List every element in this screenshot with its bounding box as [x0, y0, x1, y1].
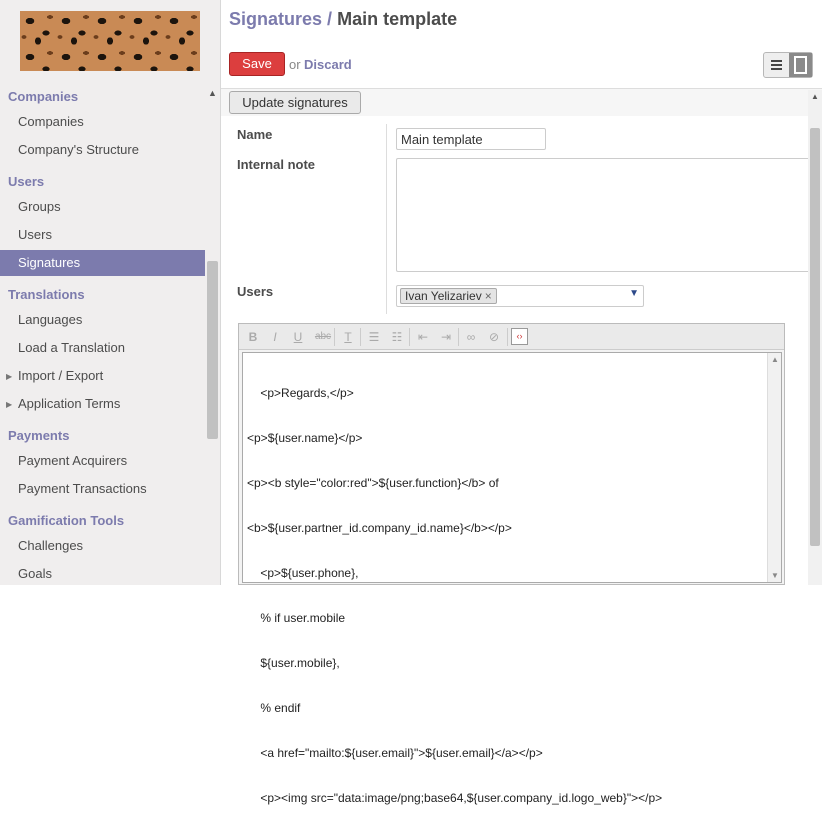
nav-section-users: Users	[8, 174, 45, 189]
internal-note-field[interactable]	[396, 158, 811, 272]
scroll-up-icon[interactable]: ▲	[771, 355, 779, 364]
sidebar-item-company-structure[interactable]: Company's Structure	[0, 137, 205, 163]
code-line: <p><img src="data:image/png;base64,${use…	[247, 791, 663, 805]
bold-icon[interactable]: B	[244, 328, 262, 346]
code-line: % endif	[247, 701, 301, 715]
sidebar-scrollbar[interactable]: ▲	[205, 86, 219, 585]
sidebar-item-payment-acquirers[interactable]: Payment Acquirers	[0, 448, 205, 474]
user-tag-label: Ivan Yelizariev	[405, 289, 482, 303]
toolbar-separator	[409, 328, 410, 346]
nav-section-payments: Payments	[8, 428, 70, 443]
source-code-icon[interactable]: ‹›	[511, 328, 528, 345]
scroll-down-icon[interactable]: ▼	[771, 571, 779, 580]
code-line: <p>${user.phone},	[247, 566, 359, 580]
sidebar-item-goals[interactable]: Goals	[0, 561, 205, 585]
code-line: % if user.mobile	[247, 611, 346, 625]
name-label: Name	[237, 127, 273, 142]
company-logo[interactable]	[20, 11, 200, 71]
underline-icon[interactable]: U	[289, 328, 307, 346]
save-button[interactable]: Save	[229, 52, 285, 76]
editor-toolbar: B I U abc T ☰ ☷ ⇤ ⇥ ∞ ⊘ ‹›	[239, 324, 784, 350]
page-title: Main template	[337, 9, 458, 29]
user-tag: Ivan Yelizariev ×	[400, 288, 497, 304]
html-source-textarea[interactable]: <p>Regards,</p> <p>${user.name}</p> <p><…	[242, 352, 782, 805]
sidebar-item-load-translation[interactable]: Load a Translation	[0, 335, 205, 361]
nav-section-companies: Companies	[8, 89, 79, 104]
code-line: <p>${user.name}</p>	[247, 431, 363, 445]
remove-tag-icon[interactable]: ×	[485, 289, 492, 303]
users-label: Users	[237, 284, 274, 299]
internal-note-label: Internal note	[237, 157, 316, 172]
sidebar-item-challenges[interactable]: Challenges	[0, 533, 205, 559]
sidebar-item-import-export[interactable]: Import / Export	[0, 363, 205, 389]
main-scroll-thumb[interactable]	[810, 128, 820, 546]
list-view-icon[interactable]	[764, 53, 789, 77]
link-icon[interactable]: ∞	[462, 328, 480, 346]
sidebar-item-groups[interactable]: Groups	[0, 194, 205, 220]
unordered-list-icon[interactable]: ☰	[365, 328, 383, 346]
sidebar-scroll-thumb[interactable]	[207, 261, 218, 439]
toolbar-separator	[334, 328, 335, 346]
italic-icon[interactable]: I	[266, 328, 284, 346]
code-line: ${user.mobile},	[247, 656, 340, 670]
breadcrumb-parent-link[interactable]: Signatures	[229, 9, 322, 29]
source-code-lines: <p>Regards,</p> <p>${user.name}</p> <p><…	[247, 356, 767, 836]
statusbar: Update signatures	[221, 88, 822, 116]
nav-section-gamification: Gamification Tools	[8, 513, 125, 528]
sidebar-item-companies[interactable]: Companies	[0, 109, 205, 135]
strikethrough-icon[interactable]: abc	[314, 328, 332, 346]
remove-format-icon[interactable]: T	[339, 328, 357, 346]
update-signatures-button[interactable]: Update signatures	[229, 91, 361, 114]
or-text: or	[289, 57, 301, 72]
sidebar-item-payment-transactions[interactable]: Payment Transactions	[0, 476, 205, 502]
sidebar: Companies Companies Company's Structure …	[0, 0, 221, 585]
breadcrumb-separator: /	[327, 9, 333, 29]
code-line: <p>Regards,</p>	[247, 386, 354, 400]
ordered-list-icon[interactable]: ☷	[388, 328, 406, 346]
sidebar-item-languages[interactable]: Languages	[0, 307, 205, 333]
sidebar-item-signatures[interactable]: Signatures	[0, 250, 205, 276]
scroll-up-icon[interactable]: ▲	[208, 88, 217, 98]
indent-icon[interactable]: ⇥	[437, 328, 455, 346]
breadcrumb: Signatures / Main template	[229, 9, 457, 30]
discard-button[interactable]: Discard	[304, 57, 352, 72]
code-line: <p><b style="color:red">${user.function}…	[247, 476, 499, 490]
toolbar-separator	[507, 328, 508, 346]
nav-section-translations: Translations	[8, 287, 85, 302]
code-line: <a href="mailto:${user.email}">${user.em…	[247, 746, 543, 760]
code-line: <b>${user.partner_id.company_id.name}</b…	[247, 521, 512, 535]
name-field[interactable]	[396, 128, 546, 150]
form-divider	[386, 124, 387, 314]
outdent-icon[interactable]: ⇤	[414, 328, 432, 346]
view-switcher	[763, 52, 813, 78]
sidebar-item-application-terms[interactable]: Application Terms	[0, 391, 205, 417]
form-view-icon[interactable]	[789, 53, 812, 77]
users-many2many-field[interactable]: Ivan Yelizariev × ▼	[396, 285, 644, 307]
toolbar-separator	[360, 328, 361, 346]
main-content: Signatures / Main template Save or Disca…	[221, 0, 822, 805]
dropdown-arrow-icon[interactable]: ▼	[629, 288, 639, 299]
signature-html-editor: B I U abc T ☰ ☷ ⇤ ⇥ ∞ ⊘ ‹› <p>Regards,</…	[238, 323, 785, 805]
main-scrollbar[interactable]: ▲	[808, 90, 822, 585]
unlink-icon[interactable]: ⊘	[485, 328, 503, 346]
code-scrollbar[interactable]: ▲ ▼	[767, 353, 781, 582]
sidebar-item-users[interactable]: Users	[0, 222, 205, 248]
toolbar-separator	[458, 328, 459, 346]
scroll-up-icon[interactable]: ▲	[811, 92, 819, 101]
form-sheet: Name Internal note Users Ivan Yelizariev…	[221, 116, 811, 805]
